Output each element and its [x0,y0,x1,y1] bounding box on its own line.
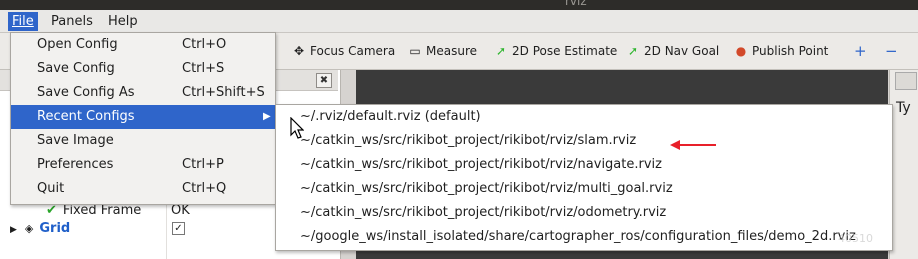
mouse-cursor-icon [290,117,304,139]
panel-header-strip [895,72,917,90]
window-titlebar: rviz [0,0,918,10]
submenu-arrow-icon: ▶ [263,111,271,122]
menu-item-quit[interactable]: Quit Ctrl+Q [11,177,275,201]
recent-config-item[interactable]: ~/google_ws/install_isolated/share/carto… [300,225,856,249]
recent-configs-submenu: ~/.rviz/default.rviz (default) ~/catkin_… [275,104,893,251]
crosshair-icon: ✥ [293,44,305,58]
type-label-fragment: Ty [896,100,911,116]
publish-point-tool[interactable]: ● Publish Point [734,42,829,60]
focus-camera-tool[interactable]: ✥ Focus Camera [292,42,395,60]
menu-file[interactable]: File [8,12,38,31]
add-tool-button[interactable]: + [854,42,867,60]
file-menu-dropdown: Open Config Ctrl+O Save Config Ctrl+S Sa… [10,32,276,205]
grid-row[interactable]: ▶ ◈ Grid [10,220,70,238]
menu-item-save-config[interactable]: Save Config Ctrl+S [11,57,275,81]
window-title: rviz [565,0,587,8]
menu-item-preferences[interactable]: Preferences Ctrl+P [11,153,275,177]
ruler-icon: ▭ [409,44,421,58]
grid-display-icon: ◈ [24,222,34,235]
annotation-arrow-icon [670,140,716,150]
menubar: File Panels Help [0,10,918,33]
green-arrow-icon: ➚ [495,44,507,58]
grid-enabled-checkbox[interactable]: ✓ [172,222,185,235]
measure-tool[interactable]: ▭ Measure [408,42,477,60]
views-panel: Ty [889,70,918,259]
map-pin-icon: ● [735,44,747,58]
recent-config-item[interactable]: ~/catkin_ws/src/rikibot_project/rikibot/… [300,201,666,225]
menu-help[interactable]: Help [104,12,142,31]
checkmark-icon: ✔ [46,203,57,218]
recent-config-item[interactable]: ~/catkin_ws/src/rikibot_project/rikibot/… [300,177,673,201]
expand-arrow-icon[interactable]: ▶ [10,225,17,235]
menu-item-open-config[interactable]: Open Config Ctrl+O [11,33,275,57]
menu-item-recent-configs[interactable]: Recent Configs ▶ [11,105,275,129]
green-arrow-icon: ➚ [627,44,639,58]
nav-goal-tool[interactable]: ➚ 2D Nav Goal [626,42,719,60]
watermark-text: 40510 [838,232,873,245]
recent-config-item[interactable]: ~/catkin_ws/src/rikibot_project/rikibot/… [300,129,636,153]
recent-config-item[interactable]: ~/catkin_ws/src/rikibot_project/rikibot/… [300,153,662,177]
close-icon[interactable]: ✖ [316,73,332,88]
pose-estimate-tool[interactable]: ➚ 2D Pose Estimate [494,42,617,60]
minus-icon: − [885,42,898,60]
menu-item-save-config-as[interactable]: Save Config As Ctrl+Shift+S [11,81,275,105]
remove-tool-button[interactable]: − [885,42,898,60]
plus-icon: + [854,42,867,60]
recent-config-item[interactable]: ~/.rviz/default.rviz (default) [300,105,481,129]
menu-panels[interactable]: Panels [47,12,97,31]
menu-item-save-image[interactable]: Save Image [11,129,275,153]
